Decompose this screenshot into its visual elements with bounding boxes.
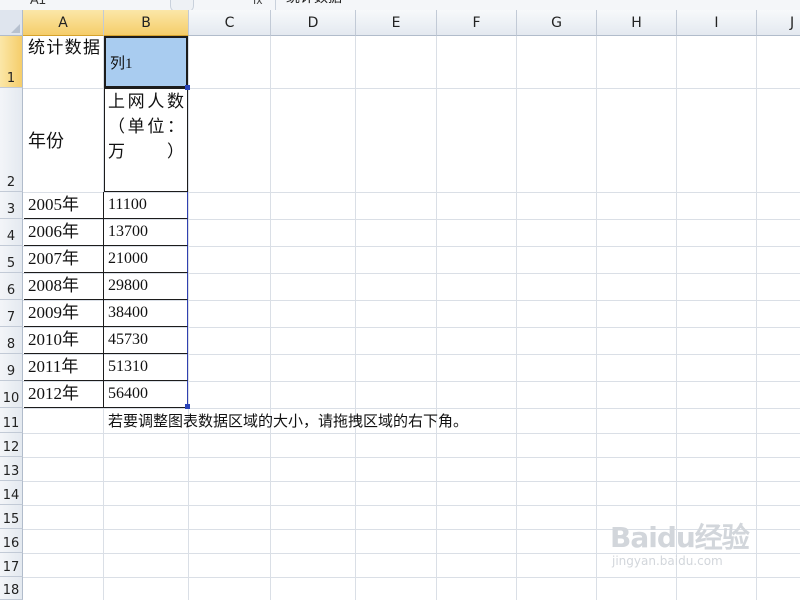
cell-value[interactable]: 38400 <box>104 300 188 327</box>
formula-input[interactable]: 统计数据 <box>275 0 342 10</box>
cell-year[interactable]: 2006年 <box>24 219 104 246</box>
column-header-j[interactable]: J <box>757 10 800 36</box>
cell-year[interactable]: 2011年 <box>24 354 104 381</box>
row-header-3[interactable]: 3 <box>0 192 23 219</box>
cell-year[interactable]: 2010年 <box>24 327 104 354</box>
row-header-7[interactable]: 7 <box>0 300 23 327</box>
cell-year[interactable]: 2009年 <box>24 300 104 327</box>
cell-b1[interactable]: 列1 <box>104 36 188 88</box>
chart-range-hint: 若要调整图表数据区域的大小，请拖拽区域的右下角。 <box>108 414 469 430</box>
column-header-h[interactable]: H <box>597 10 677 36</box>
column-header-d[interactable]: D <box>271 10 356 36</box>
column-header-e[interactable]: E <box>356 10 437 36</box>
column-header-i[interactable]: I <box>677 10 757 36</box>
fx-icon[interactable]: fx <box>253 0 262 9</box>
row-header-5[interactable]: 5 <box>0 246 23 273</box>
row-header-4[interactable]: 4 <box>0 219 23 246</box>
row-header-2[interactable]: 2 <box>0 88 23 192</box>
row-header-9[interactable]: 9 <box>0 354 23 381</box>
cell-value[interactable]: 11100 <box>104 192 188 219</box>
row-header-10[interactable]: 10 <box>0 381 23 408</box>
row-header-8[interactable]: 8 <box>0 327 23 354</box>
column-header-c[interactable]: C <box>189 10 271 36</box>
baidu-logo: Baidu经验 <box>610 521 750 554</box>
cell-a2[interactable]: 年份 <box>24 88 104 192</box>
cell-value[interactable]: 56400 <box>104 381 188 408</box>
cell-value[interactable]: 13700 <box>104 219 188 246</box>
column-header-b[interactable]: B <box>104 10 189 36</box>
cell-year[interactable]: 2012年 <box>24 381 104 408</box>
row-header-17[interactable]: 17 <box>0 553 23 577</box>
cell-value[interactable]: 45730 <box>104 327 188 354</box>
cell-b2[interactable]: 上网人数（单位：万） <box>104 88 188 192</box>
cell-year[interactable]: 2008年 <box>24 273 104 300</box>
cell-year[interactable]: 2005年 <box>24 192 104 219</box>
select-all-button[interactable] <box>0 10 23 36</box>
row-header-18[interactable]: 18 <box>0 577 23 600</box>
cell-value[interactable]: 51310 <box>104 354 188 381</box>
row-header-13[interactable]: 13 <box>0 457 23 481</box>
spreadsheet-grid[interactable]: A B C D E F G H I J 1 2 3 4 5 6 7 8 9 10… <box>0 10 800 600</box>
row-header-16[interactable]: 16 <box>0 529 23 553</box>
column-header-a[interactable]: A <box>23 10 104 36</box>
range-resize-handle[interactable] <box>185 85 190 90</box>
row-header-1[interactable]: 1 <box>0 36 23 88</box>
baidu-watermark: Baidu经验 jingyan.baidu.com <box>610 516 770 586</box>
cell-year[interactable]: 2007年 <box>24 246 104 273</box>
watermark-url: jingyan.baidu.com <box>612 554 723 568</box>
column-header-f[interactable]: F <box>437 10 517 36</box>
row-header-6[interactable]: 6 <box>0 273 23 300</box>
cell-value[interactable]: 21000 <box>104 246 188 273</box>
cell-value[interactable]: 29800 <box>104 273 188 300</box>
row-header-14[interactable]: 14 <box>0 481 23 505</box>
row-header-15[interactable]: 15 <box>0 505 23 529</box>
name-box[interactable]: A1 <box>0 0 170 9</box>
row-header-11[interactable]: 11 <box>0 408 23 433</box>
cell-a1[interactable]: 统计数据 <box>24 36 104 88</box>
column-header-g[interactable]: G <box>517 10 597 36</box>
row-header-12[interactable]: 12 <box>0 433 23 457</box>
